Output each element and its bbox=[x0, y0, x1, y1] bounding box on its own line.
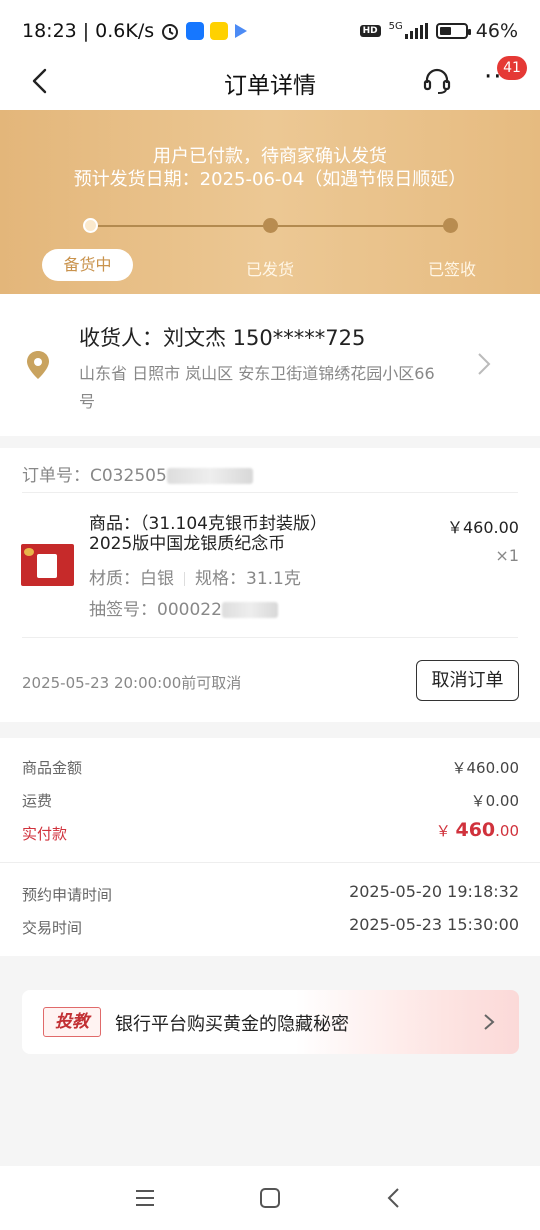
shipping-fee-label: 运费 bbox=[22, 792, 53, 810]
status-divider: | bbox=[82, 20, 90, 42]
paid-amount-label: 实付款 bbox=[22, 825, 68, 843]
status-right: HD 5G 46% bbox=[359, 20, 518, 42]
back-icon[interactable] bbox=[383, 1186, 407, 1210]
goods-weight: 规格：31.1克 bbox=[195, 569, 301, 589]
order-card: 订单号：C032505 商品：（31.104克银币封装版）2025版中国龙银质纪… bbox=[0, 448, 540, 722]
goods-price: ￥460.00 bbox=[447, 518, 519, 537]
step-preparing: 备货中 bbox=[42, 249, 133, 281]
play-app-icon bbox=[235, 24, 248, 38]
status-speed: 0.6K/s bbox=[95, 20, 155, 42]
lottery-number: 抽签号：000022 bbox=[89, 595, 278, 620]
goods-name[interactable]: 商品：（31.104克银币封装版）2025版中国龙银质纪念币 bbox=[89, 514, 349, 554]
status-bar: 18:23 | 0.6K/s HD 5G 46% bbox=[0, 0, 540, 64]
progress-dot-2 bbox=[263, 218, 278, 233]
alarm-icon bbox=[162, 24, 179, 40]
menu-icon[interactable] bbox=[133, 1186, 157, 1210]
hd-icon: HD bbox=[359, 25, 381, 37]
shipping-fee-value: ￥0.00 bbox=[470, 792, 519, 810]
estimated-ship-date: 预计发货日期：2025-06-04（如遇节假日顺延） bbox=[73, 169, 467, 190]
chevron-right-icon bbox=[484, 1014, 495, 1030]
nav-bar: 订单详情 ··· 41 bbox=[0, 56, 540, 110]
goods-amount-label: 商品金额 bbox=[22, 759, 83, 777]
meituan-app-icon bbox=[210, 22, 229, 40]
signal-icon bbox=[404, 23, 428, 39]
goods-thumbnail[interactable] bbox=[21, 544, 74, 586]
trade-time-value: 2025-05-23 15:30:00 bbox=[349, 915, 519, 934]
investor-education-banner[interactable]: 投教 银行平台购买黄金的隐藏秘密 bbox=[22, 990, 519, 1054]
goods-spec: 材质：白银 规格：31.1克 bbox=[89, 564, 301, 589]
goods-amount-value: ￥460.00 bbox=[451, 759, 520, 777]
payment-summary-card: 商品金额 ￥460.00 运费 ￥0.00 实付款 ￥ 460.00 预约申请时… bbox=[0, 738, 540, 956]
system-nav-bar bbox=[0, 1166, 540, 1230]
customer-service-icon[interactable] bbox=[422, 66, 452, 96]
progress-dot-1 bbox=[83, 218, 98, 233]
battery-percent: 46% bbox=[475, 20, 518, 42]
home-icon[interactable] bbox=[258, 1186, 282, 1210]
step-received: 已签收 bbox=[428, 260, 477, 279]
order-number-text: 订单号：C032505 bbox=[22, 466, 167, 486]
masked-order-number bbox=[166, 468, 253, 484]
step-shipped: 已发货 bbox=[246, 260, 295, 279]
message-count-badge: 41 bbox=[497, 56, 527, 80]
spec-separator bbox=[184, 572, 185, 586]
education-badge: 投教 bbox=[43, 1007, 101, 1037]
status-left: 18:23 | 0.6K/s bbox=[22, 20, 248, 42]
paid-amount-value: ￥ 460.00 bbox=[436, 819, 519, 841]
divider bbox=[0, 862, 540, 863]
paid-decimal: .00 bbox=[495, 822, 519, 840]
order-status-banner: 用户已付款，待商家确认发货 预计发货日期：2025-06-04（如遇节假日顺延）… bbox=[0, 110, 540, 294]
location-pin-icon bbox=[27, 351, 49, 379]
goods-material: 材质：白银 bbox=[89, 569, 174, 589]
goods-quantity: ×1 bbox=[495, 546, 519, 565]
masked-lottery-number bbox=[221, 602, 278, 618]
page-title: 订单详情 bbox=[224, 73, 316, 99]
order-number: 订单号：C032505 bbox=[22, 461, 253, 486]
cancel-order-button[interactable]: 取消订单 bbox=[416, 660, 519, 701]
receiver-info: 收货人：刘文杰 150*****725 bbox=[79, 326, 366, 350]
reserve-time-value: 2025-05-20 19:18:32 bbox=[349, 882, 519, 901]
status-time: 18:23 bbox=[22, 20, 77, 42]
lottery-number-text: 抽签号：000022 bbox=[89, 600, 222, 620]
reserve-time-label: 预约申请时间 bbox=[22, 886, 113, 904]
battery-icon bbox=[435, 23, 471, 39]
divider bbox=[22, 492, 518, 493]
chevron-right-icon bbox=[478, 353, 491, 375]
cancel-deadline: 2025-05-23 20:00:00前可取消 bbox=[22, 674, 242, 692]
shipping-address-card[interactable]: 收货人：刘文杰 150*****725 山东省 日照市 岚山区 安东卫街道锦绣花… bbox=[0, 294, 540, 436]
address-detail: 山东省 日照市 岚山区 安东卫街道锦绣花园小区66号 bbox=[79, 364, 435, 411]
divider bbox=[22, 637, 518, 638]
trade-time-label: 交易时间 bbox=[22, 919, 83, 937]
promo-text: 银行平台购买黄金的隐藏秘密 bbox=[115, 1014, 349, 1035]
alipay-app-icon bbox=[186, 22, 205, 40]
network-label: 5G bbox=[388, 20, 403, 32]
paid-integer: 460 bbox=[455, 819, 496, 841]
progress-dot-3 bbox=[443, 218, 458, 233]
paid-currency: ￥ bbox=[435, 822, 456, 840]
